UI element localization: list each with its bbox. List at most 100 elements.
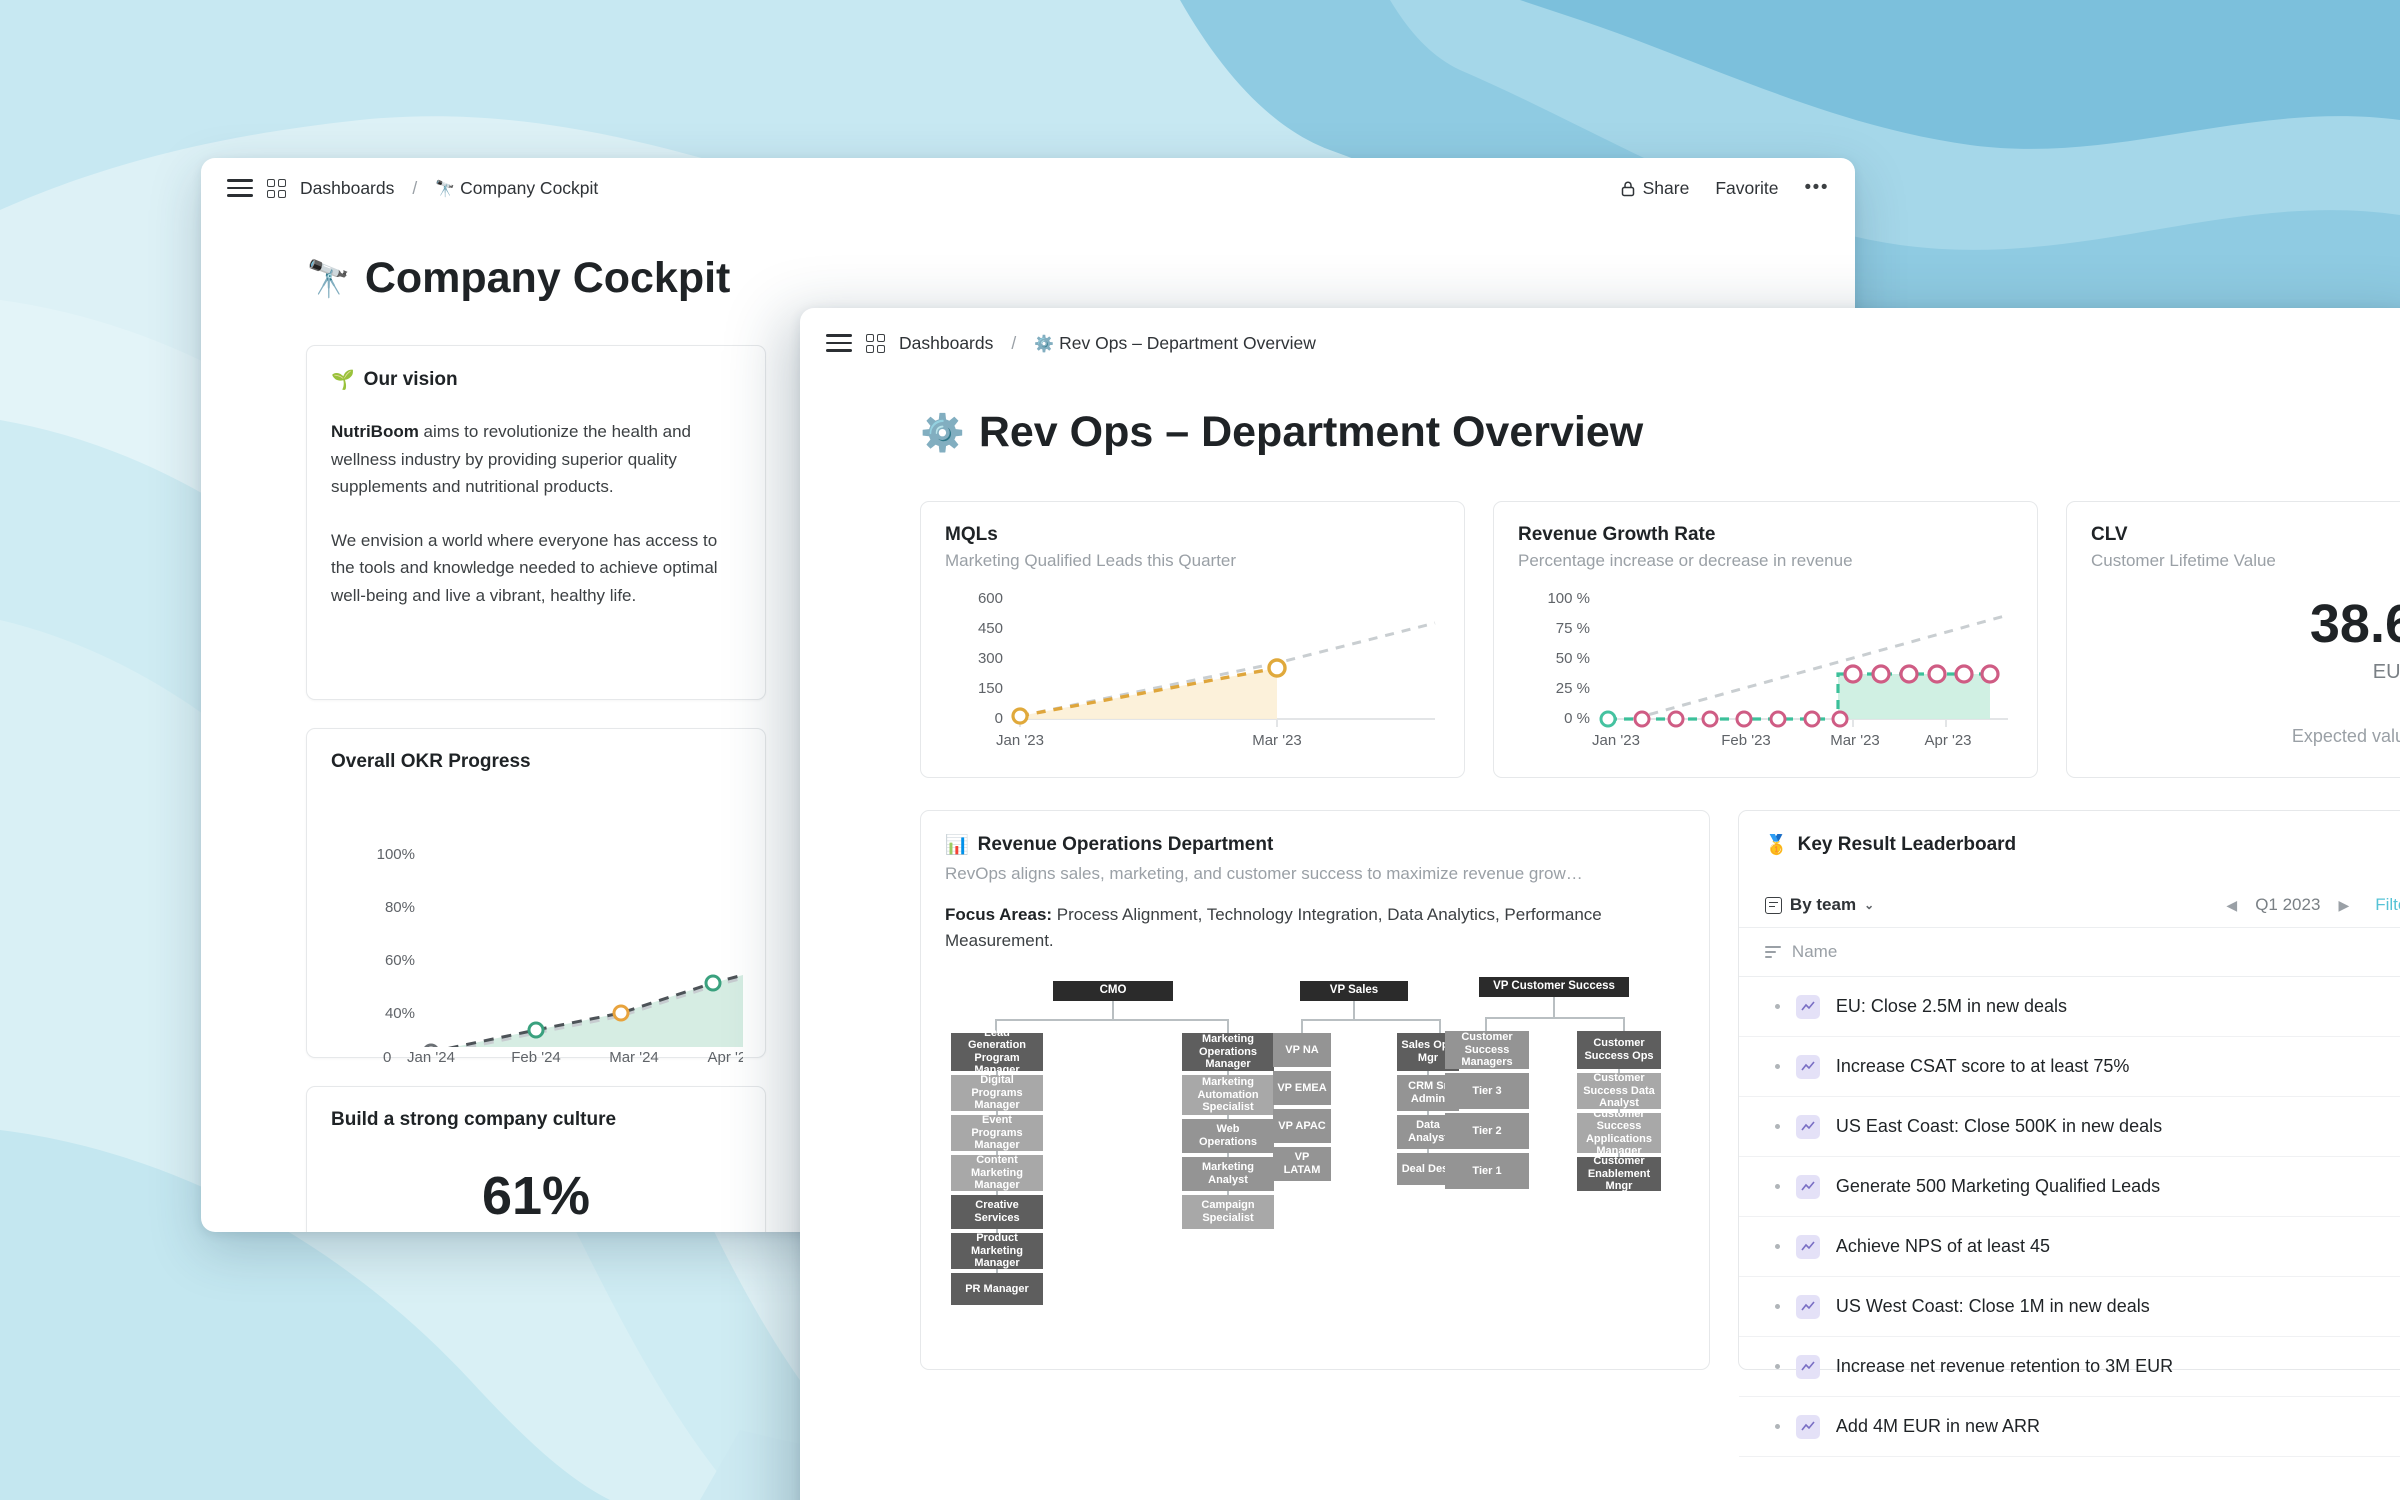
org-node-tier-2[interactable]: Tier 2 (1445, 1112, 1529, 1149)
rgr-marker-12 (1954, 664, 1974, 684)
favorite-button[interactable]: Favorite (1715, 178, 1778, 199)
revenue-growth-rate-card[interactable]: Revenue Growth Rate Percentage increase … (1493, 501, 2038, 778)
seedling-icon: 🌱 (331, 370, 355, 391)
previous-period-button[interactable]: ◀ (2226, 897, 2237, 914)
group-by-dropdown[interactable]: By team ⌄ (1764, 895, 1875, 915)
key-result-label: Increase CSAT score to at least 75% (1835, 1056, 2130, 1076)
cockpit-column-1: 🌱 Our vision NutriBoom aims to revolutio… (306, 345, 766, 1232)
org-node-creative-services[interactable]: Creative Services (951, 1194, 1043, 1229)
rgr-marker-11 (1927, 664, 1947, 684)
mqls-xtick-mar: Mar '23 (1252, 732, 1302, 749)
menu-icon[interactable] (826, 334, 852, 352)
org-node-tier-1[interactable]: Tier 1 (1445, 1152, 1529, 1189)
filter-button[interactable]: Filter (2375, 895, 2400, 915)
org-node-marketing-analyst[interactable]: Marketing Analyst (1182, 1156, 1274, 1191)
breadcrumb-current-label: Rev Ops – Department Overview (1059, 332, 1316, 353)
revenue-growth-title: Revenue Growth Rate (1518, 524, 1716, 545)
telescope-icon: 🔭 (306, 257, 351, 299)
org-node-vp-customer-success[interactable]: VP Customer Success (1479, 976, 1629, 997)
org-node-customer-success-ops[interactable]: Customer Success Ops (1577, 1030, 1661, 1069)
clv-card[interactable]: CLV Customer Lifetime Value 38.6 EUR Exp… (2066, 501, 2400, 778)
org-node-vp-latam[interactable]: VP LATAM (1273, 1146, 1331, 1181)
clv-value: 38.6 (2309, 594, 2400, 654)
company-culture-card[interactable]: Build a strong company culture 61% (306, 1086, 766, 1232)
org-node-customer-success-data-analyst[interactable]: Customer Success Data Analyst (1577, 1072, 1661, 1109)
company-culture-value: 61% (481, 1166, 591, 1226)
rgr-ytick-100: 100 % (1547, 590, 1590, 607)
leaderboard-column-header[interactable]: Name (1738, 927, 2400, 977)
page-title: 🔭 Company Cockpit (306, 254, 1855, 303)
table-row[interactable]: Increase net revenue retention to 3M EUR (1738, 1337, 2400, 1397)
org-node-vp-apac[interactable]: VP APAC (1273, 1108, 1331, 1143)
lock-icon (1621, 181, 1634, 196)
table-row[interactable]: Add 4M EUR in new ARR (1738, 1397, 2400, 1457)
org-node-web-operations[interactable]: Web Operations (1182, 1118, 1274, 1153)
okr-progress-card[interactable]: Overall OKR Progress 100% 80% 60% 40% 0 … (306, 728, 766, 1066)
key-result-leaderboard-card[interactable]: 🥇 Key Result Leaderboard By team ⌄ ◀ Q1 … (1737, 810, 2400, 1457)
rev-ops-body: ⚙️ Rev Ops – Department Overview MQLs Ma… (800, 378, 2400, 1457)
department-focus-areas: Focus Areas: Process Alignment, Technolo… (945, 902, 1685, 955)
rev-ops-window[interactable]: Dashboards / ⚙️ Rev Ops – Department Over… (800, 308, 2400, 1500)
org-node-product-marketing-manager[interactable]: Product Marketing Manager (951, 1232, 1043, 1269)
org-node-customer-success-applications-manager[interactable]: Customer Success Applications Manager (1577, 1108, 1661, 1157)
share-button[interactable]: Share (1620, 177, 1690, 199)
revenue-growth-subtitle: Percentage increase or decrease in reven… (1518, 551, 1853, 570)
org-node-campaign-specialist[interactable]: Campaign Specialist (1182, 1194, 1274, 1229)
more-options-button[interactable]: ••• (1805, 177, 1829, 199)
mqls-ytick-300: 300 (978, 650, 1003, 667)
org-node-pr-manager[interactable]: PR Manager (951, 1272, 1043, 1305)
okr-xtick-apr: Apr '24 (707, 1049, 743, 1066)
group-by-label: By team (1789, 895, 1857, 914)
org-node-digital-programs-manager[interactable]: Digital Programs Manager (951, 1074, 1043, 1111)
department-heading: 📊 Revenue Operations Department (945, 833, 1685, 857)
chevron-down-icon: ⌄ (1864, 898, 1875, 912)
mqls-ytick-0: 0 (995, 710, 1003, 727)
breadcrumb-dashboards[interactable]: Dashboards (899, 333, 993, 354)
table-row[interactable]: Increase CSAT score to at least 75% (1738, 1037, 2400, 1097)
breadcrumb-current-page[interactable]: ⚙️ Rev Ops – Department Overview (1034, 333, 1316, 354)
okr-ytick-80: 80% (385, 899, 415, 916)
org-node-customer-success-managers[interactable]: Customer Success Managers (1445, 1030, 1529, 1069)
rgr-marker-2 (1667, 710, 1685, 728)
rgr-marker-5 (1769, 710, 1787, 728)
gear-icon: ⚙️ (920, 411, 965, 453)
revenue-operations-department-card[interactable]: 📊 Revenue Operations Department RevOps a… (920, 810, 1710, 1370)
org-node-customer-enablement-mngr[interactable]: Customer Enablement Mngr (1577, 1155, 1661, 1192)
key-result-label: US West Coast: Close 1M in new deals (1835, 1296, 2150, 1316)
okr-marker-apr (704, 974, 722, 992)
dashboards-grid-icon[interactable] (866, 333, 885, 353)
table-row[interactable]: Generate 500 Marketing Qualified Leads (1738, 1157, 2400, 1217)
org-node-vp-emea[interactable]: VP EMEA (1273, 1070, 1331, 1105)
org-node-lead-generation-program-manager[interactable]: Lead Generation Program Manager (951, 1027, 1043, 1076)
org-node-vp-sales[interactable]: VP Sales (1300, 980, 1408, 1001)
table-row[interactable]: US East Coast: Close 500K in new deals (1738, 1097, 2400, 1157)
breadcrumb-dashboards[interactable]: Dashboards (300, 178, 394, 199)
key-result-chart-icon (1795, 1054, 1820, 1079)
org-node-marketing-operations-manager[interactable]: Marketing Operations Manager (1182, 1032, 1274, 1071)
our-vision-card[interactable]: 🌱 Our vision NutriBoom aims to revolutio… (306, 345, 766, 700)
org-node-cmo[interactable]: CMO (1053, 980, 1173, 1001)
menu-icon[interactable] (227, 179, 253, 197)
mqls-marker-mar (1267, 658, 1287, 678)
okr-xtick-jan: Jan '24 (407, 1049, 455, 1066)
org-node-tier-3[interactable]: Tier 3 (1445, 1072, 1529, 1109)
org-node-event-programs-manager[interactable]: Event Programs Manager (951, 1114, 1043, 1151)
telescope-icon: 🔭 (435, 180, 456, 198)
next-period-button[interactable]: ▶ (2338, 897, 2349, 914)
bar-chart-icon: 📊 (945, 835, 969, 856)
mqls-card[interactable]: MQLs Marketing Qualified Leads this Quar… (920, 501, 1465, 778)
table-row[interactable]: EU: Close 2.5M in new deals (1738, 977, 2400, 1037)
breadcrumb-current-page[interactable]: 🔭 Company Cockpit (435, 178, 598, 199)
sort-icon[interactable] (1764, 946, 1781, 958)
dashboards-grid-icon[interactable] (267, 178, 286, 198)
org-node-marketing-automation-specialist[interactable]: Marketing Automation Specialist (1182, 1074, 1274, 1115)
okr-ytick-40: 40% (385, 1005, 415, 1022)
okr-ytick-0: 0 (383, 1049, 391, 1066)
table-row[interactable]: US West Coast: Close 1M in new deals (1738, 1277, 2400, 1337)
table-row[interactable]: Achieve NPS of at least 45 (1738, 1217, 2400, 1277)
share-label: Share (1642, 177, 1690, 198)
rgr-marker-0 (1599, 710, 1617, 728)
org-node-vp-na[interactable]: VP NA (1273, 1032, 1331, 1067)
leaderboard-rows: EU: Close 2.5M in new deals Increase CSA… (1738, 977, 2400, 1457)
org-node-content-marketing-manager[interactable]: Content Marketing Manager (951, 1154, 1043, 1191)
